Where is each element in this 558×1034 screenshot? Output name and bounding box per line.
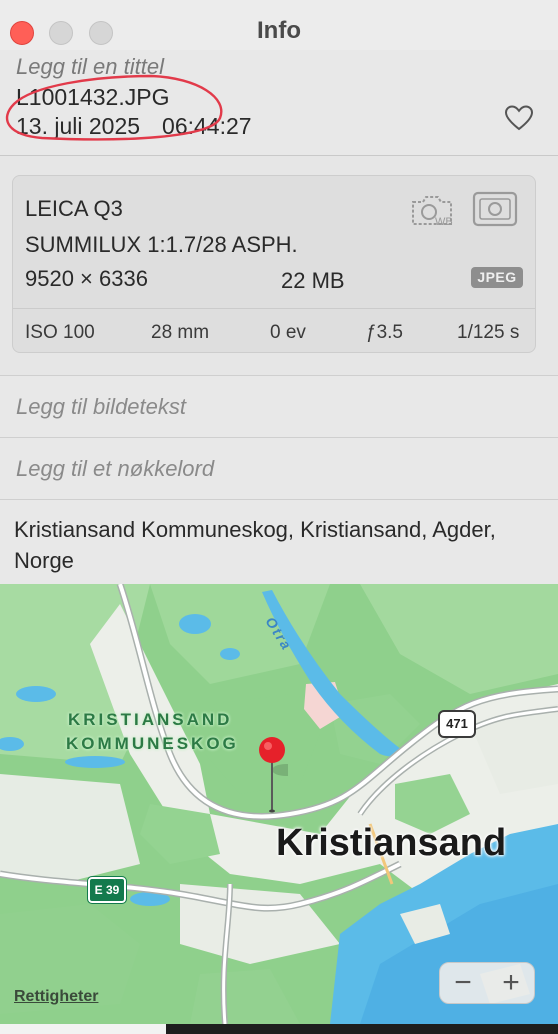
exif-iso: ISO 100 (25, 322, 95, 343)
image-resolution: 9520 × 6336 (25, 266, 148, 291)
road-shield-e39: E 39 (87, 876, 127, 904)
camera-wb-icon: WB (412, 196, 453, 228)
window-title: Info (257, 17, 301, 44)
format-badge: JPEG (471, 267, 523, 288)
keyword-placeholder: Legg til et nøkkelord (16, 456, 215, 481)
zoom-in-button[interactable]: + (488, 963, 534, 1005)
camera-model: LEICA Q3 (25, 196, 123, 221)
window-bottom-strip (0, 1024, 166, 1034)
location-text: Kristiansand Kommuneskog, Kristiansand, … (14, 517, 496, 573)
exif-shutter-speed: 1/125 s (457, 322, 520, 343)
svg-text:WB: WB (435, 216, 453, 228)
exif-focal-length: 28 mm (151, 322, 210, 343)
lens-model: SUMMILUX 1:1.7/28 ASPH. (25, 232, 298, 257)
exif-exposure-bias: 0 ev (270, 322, 306, 343)
city-label: Kristiansand (276, 822, 507, 864)
caption-placeholder: Legg til bildetekst (16, 394, 186, 419)
annotation-circle-mark (5, 74, 223, 141)
location-map[interactable]: Otra KRISTIANSAND KOMMUNESKOG 471 E 39 K… (0, 584, 558, 1024)
park-label-line2: KOMMUNESKOG (66, 734, 239, 753)
caption-field[interactable]: Legg til bildetekst (0, 375, 558, 437)
map-pin-icon[interactable] (258, 736, 288, 816)
exif-row: ISO 100 28 mm 0 ev ƒ3.5 1/125 s (13, 308, 535, 352)
photo-header: Legg til en tittel L1001432.JPG 13. juli… (0, 50, 558, 156)
road-shield-471: 471 (438, 710, 476, 738)
location-section: Kristiansand Kommuneskog, Kristiansand, … (0, 499, 558, 585)
zoom-out-button[interactable]: − (440, 963, 486, 1005)
metering-icon (472, 191, 518, 227)
keyword-field[interactable]: Legg til et nøkkelord (0, 437, 558, 499)
rights-link[interactable]: Rettigheter (14, 988, 98, 1006)
heart-icon[interactable] (504, 104, 534, 132)
exif-aperture: ƒ3.5 (366, 322, 403, 343)
camera-info-card: LEICA Q3 SUMMILUX 1:1.7/28 ASPH. 9520 × … (12, 175, 536, 353)
file-size: 22 MB (281, 268, 345, 293)
park-label-line1: KRISTIANSAND (68, 710, 233, 729)
zoom-control: − + (439, 962, 535, 1004)
